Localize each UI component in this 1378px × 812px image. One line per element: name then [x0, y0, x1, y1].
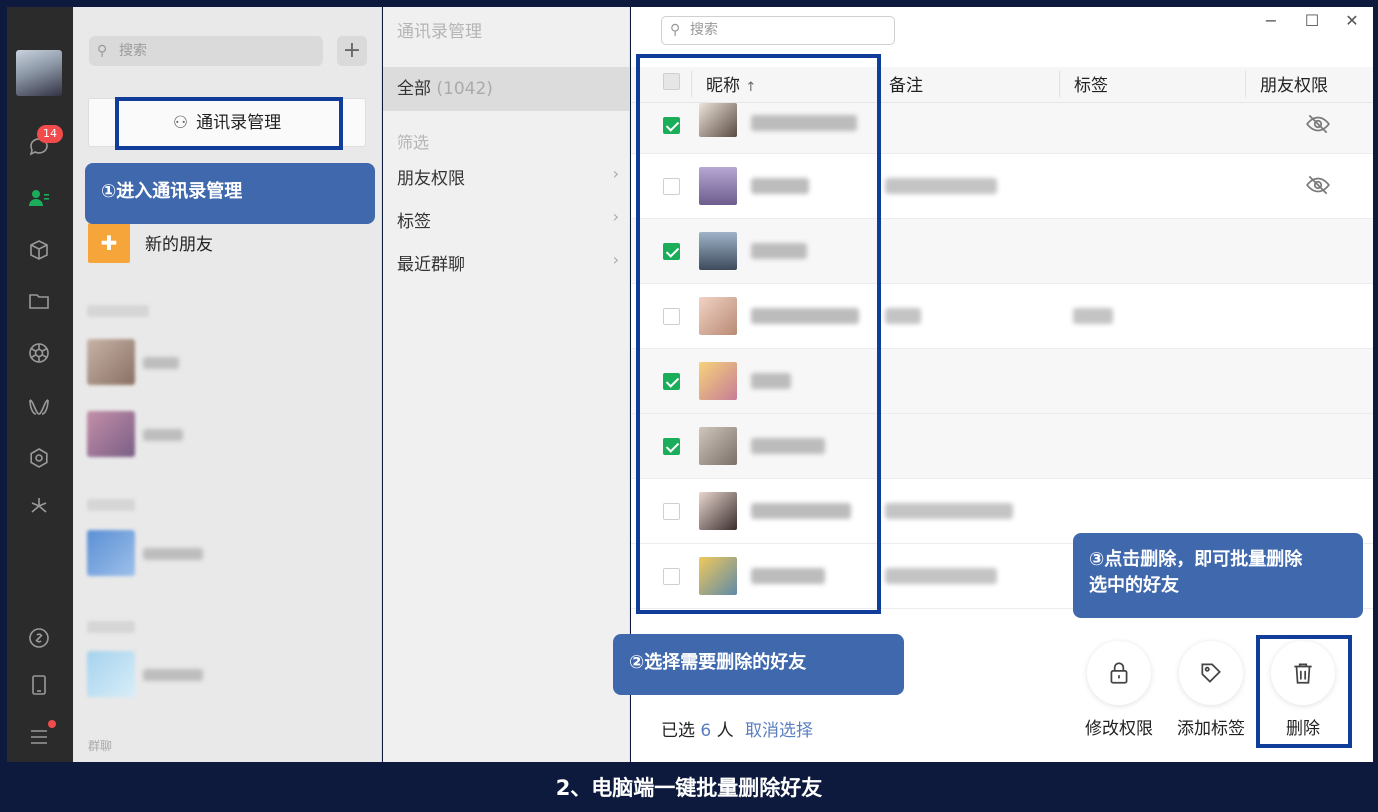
filter-all-count: (1042) [436, 79, 493, 99]
blurred-remark [885, 178, 997, 194]
search-sparkle-icon[interactable] [25, 492, 53, 520]
screenshot-stage: 14 ⚲ 搜索 + ⚇ 通讯录管理 ✚ 新的朋友 群聊 通讯录管理 全部 (10… [0, 0, 1378, 812]
chevron-right-icon: › [612, 164, 619, 183]
panel-title: 通讯录管理 [397, 22, 482, 42]
selection-status: 已选 6 人 取消选择 [661, 716, 813, 741]
blurred-section-label [87, 499, 135, 511]
list-item[interactable] [87, 530, 377, 580]
tag-icon [1179, 641, 1243, 705]
avatar [87, 651, 135, 697]
filter-item-label: 标签 [397, 212, 431, 232]
selected-prefix: 已选 [661, 721, 695, 741]
column-permission: 朋友权限 [1245, 71, 1328, 97]
blurred-name [143, 429, 183, 441]
column-tags: 标签 [1059, 71, 1108, 97]
highlight-delete-button [1256, 635, 1352, 748]
tutorial-caption: 2、电脑端一键批量删除好友 [555, 776, 823, 800]
highlight-manager-button [115, 97, 343, 150]
new-friend-icon: ✚ [88, 223, 130, 263]
cube-icon[interactable] [25, 236, 53, 264]
chevron-right-icon: › [612, 250, 619, 269]
group-chat-section: 群聊 [88, 739, 113, 753]
user-avatar[interactable] [16, 50, 62, 96]
add-tag-button[interactable]: 添加标签 [1171, 641, 1251, 739]
cancel-selection-link[interactable]: 取消选择 [745, 721, 813, 741]
add-tag-label: 添加标签 [1177, 719, 1245, 739]
new-friends-label: 新的朋友 [145, 235, 213, 255]
contacts-icon[interactable] [25, 184, 53, 212]
step1-callout: ①进入通讯录管理 [85, 163, 375, 224]
blurred-section-label [87, 305, 149, 317]
step3-line2: 选中的好友 [1089, 575, 1179, 596]
add-button[interactable]: + [337, 36, 367, 66]
eye-hidden-icon [1305, 172, 1333, 200]
selected-count: 6 [700, 721, 712, 741]
filter-all-item[interactable]: 全部 (1042) [383, 67, 630, 111]
eye-hidden-icon [1305, 111, 1333, 139]
link-icon[interactable] [25, 624, 53, 652]
minimize-button[interactable]: − [1259, 11, 1283, 30]
blurred-name [143, 669, 203, 681]
filter-all-label: 全部 [397, 79, 431, 99]
blurred-remark [885, 503, 1013, 519]
filter-heading: 筛选 [397, 133, 430, 152]
list-item[interactable] [87, 411, 377, 461]
filter-item-tags[interactable]: 标签 › [397, 207, 619, 232]
filter-panel: 通讯录管理 全部 (1042) 筛选 朋友权限 › 标签 › 最近群聊 › [383, 7, 630, 762]
contact-search-input[interactable]: ⚲ 搜索 [89, 36, 323, 66]
filter-item-label: 朋友权限 [397, 169, 465, 189]
blurred-remark [885, 308, 921, 324]
selected-unit: 人 [716, 721, 734, 741]
folder-icon[interactable] [25, 287, 53, 315]
step3-line1: ③点击删除，即可批量删除 [1089, 549, 1303, 570]
modify-permission-button[interactable]: 修改权限 [1079, 641, 1159, 739]
filter-item-recent-groups[interactable]: 最近群聊 › [397, 250, 619, 275]
filter-item-label: 最近群聊 [397, 255, 465, 275]
avatar [87, 530, 135, 576]
contact-search-placeholder: 搜索 [119, 43, 147, 59]
unread-badge: 14 [37, 125, 63, 143]
search-icon: ⚲ [97, 43, 108, 59]
chevron-right-icon: › [612, 207, 619, 226]
blurred-section-label [87, 621, 135, 633]
channels-icon[interactable] [25, 393, 53, 421]
column-remark: 备注 [889, 76, 923, 96]
maximize-button[interactable]: ☐ [1300, 11, 1324, 30]
main-search-input[interactable]: ⚲ 搜索 [661, 16, 895, 45]
blurred-remark [885, 568, 997, 584]
blurred-name [143, 548, 203, 560]
new-friends-item[interactable]: ✚ 新的朋友 [88, 223, 378, 263]
list-item[interactable] [87, 339, 377, 389]
filter-item-permission[interactable]: 朋友权限 › [397, 164, 619, 189]
menu-notification-dot [48, 720, 56, 728]
moments-icon[interactable] [25, 339, 53, 367]
highlight-checkbox-column [636, 54, 881, 614]
avatar [87, 411, 135, 457]
main-search-placeholder: 搜索 [690, 22, 718, 38]
blurred-name [143, 357, 179, 369]
step3-callout: ③点击删除，即可批量删除 选中的好友 [1073, 533, 1363, 618]
lock-icon [1087, 641, 1151, 705]
app-icon-rail: 14 [7, 7, 73, 762]
close-button[interactable]: ✕ [1340, 11, 1364, 30]
avatar [87, 339, 135, 385]
search-icon: ⚲ [670, 22, 681, 38]
mini-program-icon[interactable] [25, 444, 53, 472]
modify-permission-label: 修改权限 [1085, 719, 1153, 739]
phone-icon[interactable] [25, 671, 53, 699]
blurred-tag [1073, 308, 1113, 324]
step2-callout: ②选择需要删除的好友 [613, 634, 904, 695]
list-item[interactable] [87, 651, 377, 701]
